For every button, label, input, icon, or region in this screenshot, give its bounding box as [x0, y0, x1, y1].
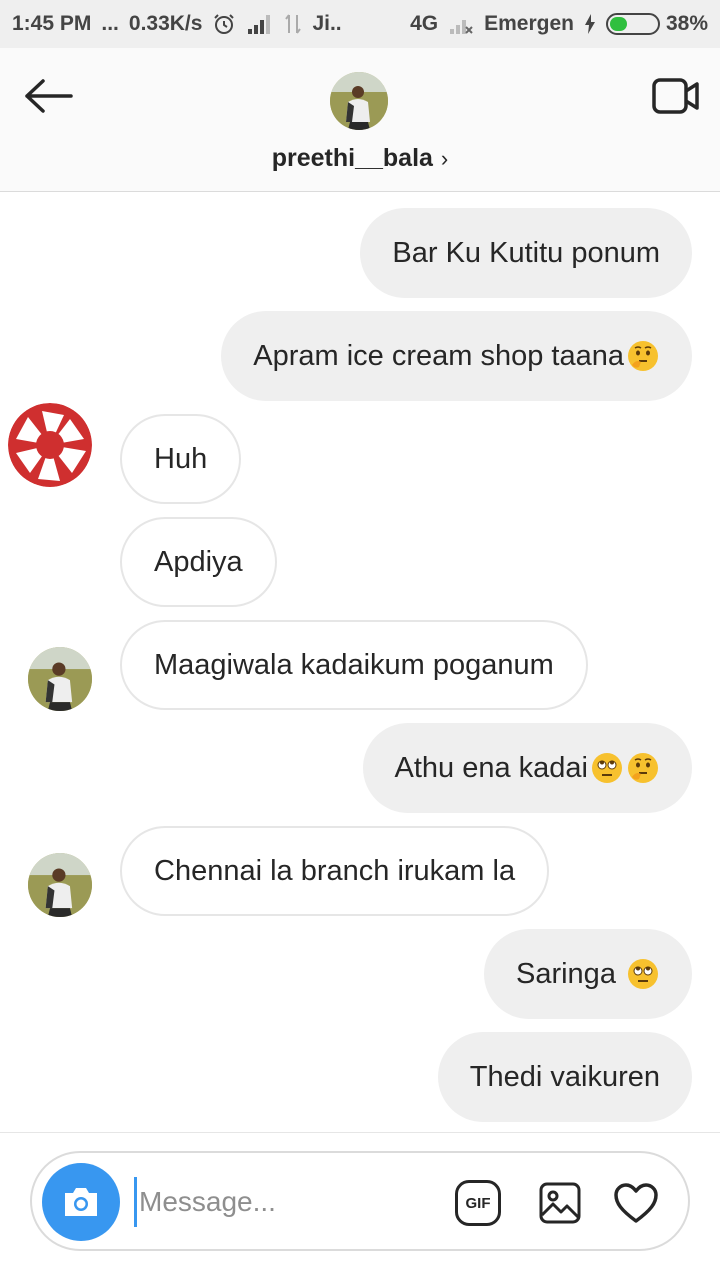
eye-roll-face-emoji — [628, 959, 658, 989]
message-incoming[interactable]: Maagiwala kadaikum poganum — [120, 620, 588, 710]
message-text: Thedi vaikuren — [469, 1060, 660, 1093]
camera-icon — [65, 1188, 97, 1216]
message-outgoing[interactable]: Bar Ku Kutitu ponum — [360, 208, 692, 298]
composer-bar: GIF — [0, 1132, 720, 1280]
message-incoming[interactable]: Apdiya — [120, 517, 277, 607]
like-button[interactable] — [610, 1177, 662, 1229]
message-text: Saringa — [515, 957, 624, 990]
gallery-icon — [539, 1182, 581, 1224]
message-text: Apdiya — [154, 545, 243, 578]
composer: GIF — [30, 1151, 690, 1251]
battery-indicator: 38% — [605, 12, 708, 36]
gif-button[interactable]: GIF — [452, 1177, 504, 1229]
message-outgoing[interactable]: Athu ena kadai — [362, 723, 692, 813]
status-speed: 0.33K/s — [128, 12, 203, 35]
chevron-right-icon: › — [440, 145, 449, 171]
video-call-button[interactable] — [650, 74, 702, 118]
message-outgoing[interactable]: Thedi vaikuren — [437, 1032, 692, 1122]
charging-icon — [584, 13, 596, 35]
video-call-icon — [652, 78, 699, 114]
message-text: Athu ena kadai — [394, 751, 588, 784]
eye-roll-face-emoji — [592, 753, 622, 783]
battery-level — [609, 17, 628, 31]
alarm-icon — [212, 12, 236, 36]
no-signal-icon — [448, 13, 474, 35]
camera-button[interactable] — [42, 1163, 120, 1241]
message-outgoing[interactable]: Saringa — [483, 929, 692, 1019]
status-network: 4G — [410, 12, 439, 35]
avatar[interactable] — [28, 853, 92, 917]
status-dots: ... — [101, 12, 119, 35]
data-arrows-icon — [284, 12, 302, 36]
message-text: Huh — [154, 442, 208, 475]
status-time: 1:45 PM — [12, 12, 92, 35]
gif-icon: GIF — [455, 1180, 501, 1226]
message-text: Chennai la branch irukam la — [154, 854, 516, 887]
shutter-logo-avatar — [8, 403, 92, 487]
signal-icon — [246, 13, 274, 35]
battery-percent: 38% — [665, 12, 708, 35]
thinking-face-emoji — [628, 341, 658, 371]
message-text: Maagiwala kadaikum poganum — [154, 648, 554, 681]
gallery-button[interactable] — [534, 1177, 586, 1229]
back-arrow-icon — [25, 79, 73, 113]
status-emergency: Emergen — [484, 12, 574, 35]
message-incoming[interactable]: Chennai la branch irukam la — [120, 826, 550, 916]
status-carrier: Ji.. — [312, 12, 342, 35]
avatar[interactable] — [28, 647, 92, 711]
header-username: preethi__bala — [271, 144, 433, 172]
message-text: Bar Ku Kutitu ponum — [392, 236, 660, 269]
battery-icon — [605, 13, 660, 35]
header-username-link[interactable]: preethi__bala › — [0, 144, 720, 173]
message-outgoing[interactable]: Apram ice cream shop taana — [221, 311, 692, 401]
status-bar: 1:45 PM ... 0.33K/s Ji.. 4G Emergen 38% — [0, 0, 720, 48]
conversation-header: preethi__bala › — [0, 48, 720, 192]
heart-icon — [614, 1183, 658, 1223]
message-incoming[interactable]: Huh — [120, 414, 242, 504]
thinking-face-emoji — [628, 753, 658, 783]
back-button[interactable] — [20, 74, 76, 118]
avatar[interactable] — [330, 72, 388, 130]
message-thread[interactable]: Bar Ku Kutitu ponum Apram ice cream shop… — [0, 192, 720, 1132]
message-text: Apram ice cream shop taana — [253, 339, 624, 372]
message-input[interactable] — [134, 1177, 434, 1227]
